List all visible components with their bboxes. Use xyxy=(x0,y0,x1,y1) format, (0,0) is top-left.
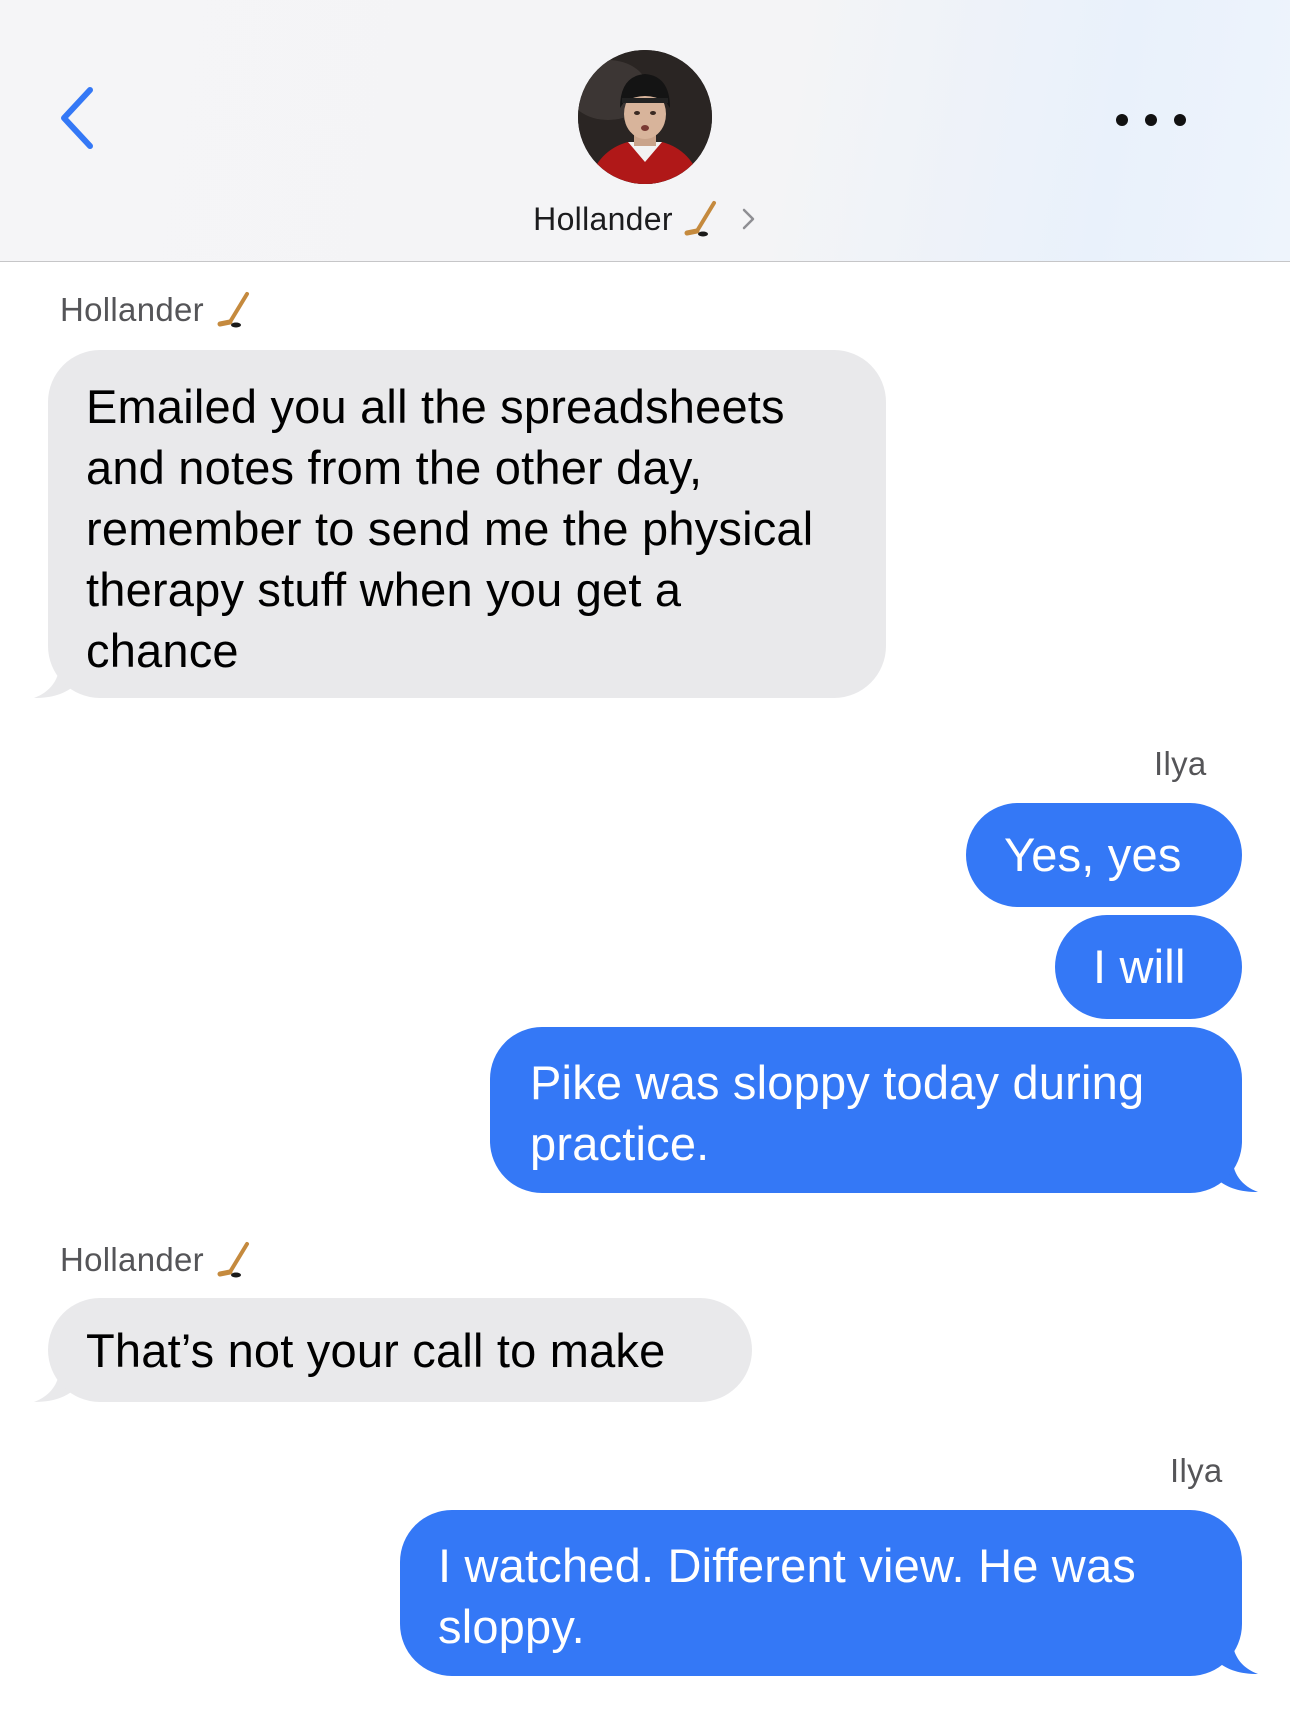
hockey-player-avatar-icon xyxy=(578,50,712,184)
message-text: Pike was sloppy today during practice. xyxy=(530,1056,1145,1170)
message-bubble-incoming[interactable]: That’s not your call to make xyxy=(48,1298,752,1402)
avatar[interactable] xyxy=(578,50,712,184)
sender-name: Ilya xyxy=(1170,1452,1223,1489)
message-text: That’s not your call to make xyxy=(86,1324,666,1377)
chevron-left-icon xyxy=(61,87,93,149)
contact-name-button[interactable]: Hollander xyxy=(0,196,1290,242)
hockey-stick-icon xyxy=(684,201,716,237)
hockey-stick-icon xyxy=(217,292,249,328)
sender-label: Hollander xyxy=(60,1240,254,1280)
back-button[interactable] xyxy=(52,78,112,158)
sender-name: Ilya xyxy=(1154,745,1207,782)
message-text: Yes, yes xyxy=(1004,828,1182,881)
sender-label: Ilya xyxy=(1170,1452,1223,1490)
message-text: I watched. Different view. He was sloppy… xyxy=(438,1539,1136,1653)
message-bubble-outgoing[interactable]: I will xyxy=(1055,915,1242,1019)
conversation-header: Hollander xyxy=(0,0,1290,262)
sender-name: Hollander xyxy=(60,291,204,328)
hockey-stick-icon xyxy=(217,1242,249,1278)
message-bubble-outgoing[interactable]: I watched. Different view. He was sloppy… xyxy=(400,1510,1242,1676)
ellipsis-icon xyxy=(1116,114,1128,126)
sender-label: Hollander xyxy=(60,290,254,330)
sender-label: Ilya xyxy=(1154,745,1207,783)
message-bubble-outgoing[interactable]: Pike was sloppy today during practice. xyxy=(490,1027,1242,1193)
contact-name: Hollander xyxy=(533,200,673,237)
message-bubble-outgoing[interactable]: Yes, yes xyxy=(966,803,1242,907)
message-text: Emailed you all the spreadsheets and not… xyxy=(86,380,814,677)
sender-name: Hollander xyxy=(60,1241,204,1278)
message-text: I will xyxy=(1093,940,1186,993)
more-options-button[interactable] xyxy=(1116,100,1186,140)
message-bubble-incoming[interactable]: Emailed you all the spreadsheets and not… xyxy=(48,350,886,698)
chevron-right-icon xyxy=(742,208,755,230)
